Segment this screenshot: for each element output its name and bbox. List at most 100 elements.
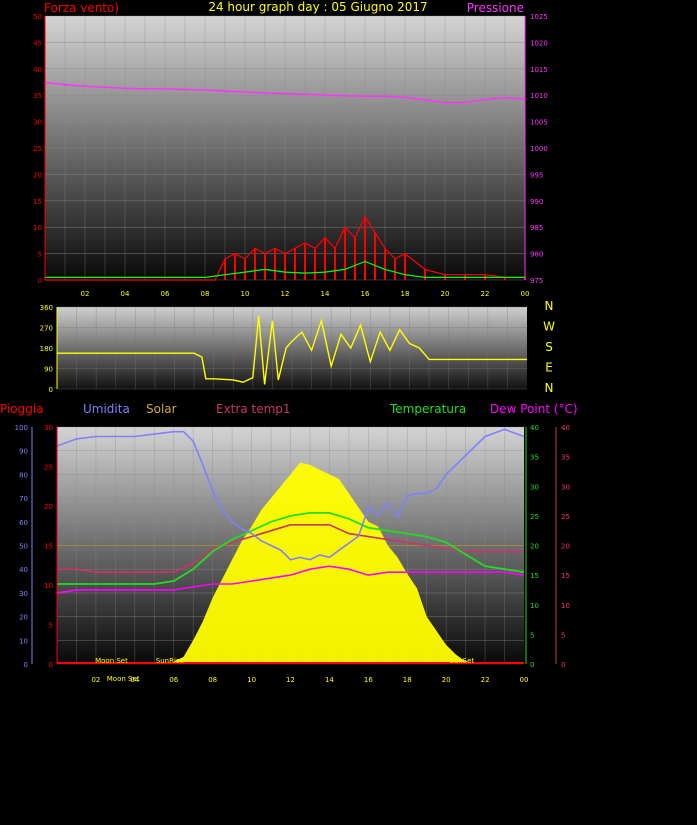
x-tick-label: 20 — [441, 290, 450, 298]
legend-solar: Solar — [146, 402, 177, 416]
left-tick-label: 45 — [33, 39, 42, 47]
dew-tick-label: 40 — [561, 424, 570, 432]
right-axis-title: Pressione — [467, 1, 524, 15]
humidity-tick-label: 40 — [19, 566, 28, 574]
dew-tick-label: 20 — [561, 543, 570, 551]
rain-tick-label: 5 — [49, 622, 53, 630]
right-tick-label: 985 — [530, 224, 543, 232]
x-tick-label: 18 — [401, 290, 410, 298]
left-tick-label: 20 — [33, 171, 42, 179]
annotation-label: SunRise — [156, 657, 184, 665]
x-tick-label: 02 — [81, 290, 90, 298]
direction-tick-label: 180 — [40, 345, 53, 353]
temperature-tick-label: 15 — [530, 572, 539, 580]
x-tick-label: 08 — [201, 290, 210, 298]
dew-tick-label: 25 — [561, 513, 570, 521]
left-tick-label: 35 — [33, 92, 42, 100]
compass-label: N — [545, 299, 554, 313]
x-tick-label: 06 — [161, 290, 170, 298]
left-tick-label: 50 — [33, 13, 42, 21]
x-tick-label: 06 — [169, 676, 178, 684]
right-tick-label: 980 — [530, 251, 543, 259]
x-tick-label: 10 — [247, 676, 256, 684]
humidity-tick-label: 0 — [24, 661, 28, 669]
right-tick-label: 1005 — [530, 119, 548, 127]
humidity-tick-label: 60 — [19, 519, 28, 527]
legend: Pioggia Umidita Solar Extra temp1 Temper… — [0, 402, 578, 416]
legend-extra-temp: Extra temp1 — [216, 402, 291, 416]
humidity-tick-label: 70 — [19, 495, 28, 503]
dew-tick-label: 10 — [561, 602, 570, 610]
humidity-tick-label: 90 — [19, 448, 28, 456]
humidity-tick-label: 100 — [15, 424, 28, 432]
temperature-tick-label: 40 — [530, 424, 539, 432]
rain-tick-label: 0 — [49, 661, 53, 669]
temperature-tick-label: 30 — [530, 483, 539, 491]
dew-tick-label: 5 — [561, 631, 565, 639]
direction-tick-label: 270 — [40, 325, 53, 333]
x-tick-label: 02 — [91, 676, 100, 684]
temperature-tick-label: 10 — [530, 602, 539, 610]
dew-tick-label: 35 — [561, 454, 570, 462]
rain-tick-label: 15 — [44, 543, 53, 551]
humidity-tick-label: 50 — [19, 543, 28, 551]
x-tick-label: 16 — [364, 676, 373, 684]
legend-dew-point: Dew Point (°C) — [490, 402, 578, 416]
temperature-tick-label: 25 — [530, 513, 539, 521]
x-tick-label: 00 — [520, 676, 529, 684]
compass-label: N — [545, 381, 554, 395]
left-tick-label: 5 — [38, 251, 42, 259]
legend-temperatura: Temperatura — [389, 402, 466, 416]
compass-label: E — [545, 361, 553, 375]
legend-pioggia: Pioggia — [0, 402, 44, 416]
annotation-label: Moon Set — [95, 657, 128, 665]
dew-tick-label: 30 — [561, 483, 570, 491]
right-tick-label: 990 — [530, 198, 543, 206]
temperature-tick-label: 0 — [530, 661, 534, 669]
right-tick-label: 1025 — [530, 13, 548, 21]
humidity-tick-label: 30 — [19, 590, 28, 598]
x-tick-label: 04 — [121, 290, 130, 298]
left-tick-label: 30 — [33, 119, 42, 127]
rain-tick-label: 20 — [44, 503, 53, 511]
direction-tick-label: 360 — [40, 304, 53, 312]
x-tick-label: 22 — [481, 290, 490, 298]
left-axis-title: Forza vento) — [44, 1, 119, 15]
left-tick-label: 15 — [33, 198, 42, 206]
right-tick-label: 975 — [530, 277, 543, 285]
dew-tick-label: 0 — [561, 661, 565, 669]
rain-tick-label: 25 — [44, 464, 53, 472]
legend-umidita: Umidita — [83, 402, 130, 416]
rain-tick-label: 10 — [44, 582, 53, 590]
left-tick-label: 10 — [33, 224, 42, 232]
x-tick-label: 18 — [403, 676, 412, 684]
x-tick-label: 14 — [325, 676, 334, 684]
rain-tick-label: 30 — [44, 424, 53, 432]
x-tick-label: 20 — [442, 676, 451, 684]
x-tick-label: 12 — [286, 676, 295, 684]
temperature-tick-label: 5 — [530, 631, 534, 639]
annotation-label: SunSet — [449, 657, 474, 665]
right-tick-label: 1015 — [530, 66, 548, 74]
direction-tick-label: 0 — [49, 386, 53, 394]
x-tick-label: 08 — [208, 676, 217, 684]
temperature-tick-label: 20 — [530, 543, 539, 551]
left-tick-label: 25 — [33, 145, 42, 153]
x-tick-label: 16 — [361, 290, 370, 298]
x-tick-label: 04 — [130, 676, 139, 684]
right-tick-label: 995 — [530, 171, 543, 179]
right-tick-label: 1000 — [530, 145, 548, 153]
compass-label: S — [545, 340, 553, 354]
compass-label: W — [543, 320, 555, 334]
x-tick-label: 10 — [241, 290, 250, 298]
right-tick-label: 1010 — [530, 92, 548, 100]
x-tick-label: 12 — [281, 290, 290, 298]
right-tick-label: 1020 — [530, 39, 548, 47]
left-tick-label: 0 — [38, 277, 42, 285]
weather-graph: Forza vento) 24 hour graph day : 05 Giug… — [0, 0, 578, 684]
x-tick-label: 00 — [521, 290, 530, 298]
humidity-tick-label: 10 — [19, 637, 28, 645]
x-tick-label: 22 — [481, 676, 490, 684]
direction-tick-label: 90 — [44, 366, 53, 374]
humidity-tick-label: 20 — [19, 614, 28, 622]
